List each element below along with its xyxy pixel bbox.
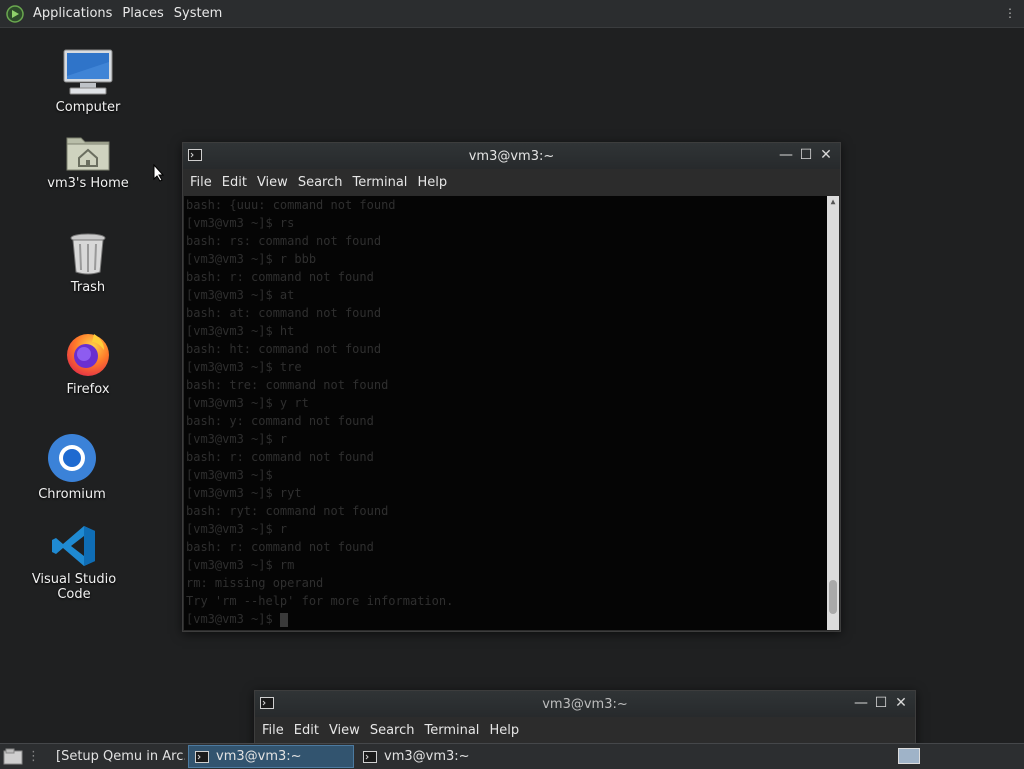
taskbar-separator-icon: ⋮ [27,749,40,764]
applications-menu[interactable]: Applications [28,6,117,21]
terminal-line: [vm3@vm3 ~]$ rm [186,558,295,572]
desktop-icon-firefox[interactable]: Firefox [28,330,148,397]
menu-help[interactable]: Help [412,175,452,190]
menu-edit[interactable]: Edit [217,175,252,190]
desktop-icon-home[interactable]: vm3's Home [28,132,148,191]
show-desktop-icon[interactable] [3,748,23,766]
taskbar-item-label: vm3@vm3:~ [384,749,470,764]
maximize-button[interactable]: ☐ [798,147,814,163]
terminal-line: rm: missing operand [186,576,324,590]
terminal-line: [vm3@vm3 ~]$ r [186,432,288,446]
menu-search[interactable]: Search [293,175,348,190]
terminal-line: Try 'rm --help' for more information. [186,594,454,608]
terminal-line: [vm3@vm3 ~]$ r bbb [186,252,317,266]
taskbar-item-terminal-1[interactable]: vm3@vm3:~ [188,745,354,768]
desktop-icon-label: Computer [55,100,121,115]
terminal-window-second[interactable]: vm3@vm3:~ — ☐ ✕ File Edit View Search Te… [254,690,916,751]
terminal-line: [vm3@vm3 ~]$ ht [186,324,295,338]
minimize-button[interactable]: — [853,695,869,711]
taskbar-item-label: [Setup Qemu in Arc... [56,749,185,764]
menu-file[interactable]: File [185,175,217,190]
taskbar-item-terminal-2[interactable]: vm3@vm3:~ [357,746,509,767]
minimize-button[interactable]: — [778,147,794,163]
terminal-line: bash: r: command not found [186,270,374,284]
home-folder-icon [66,137,110,171]
menu-view[interactable]: View [324,723,365,738]
terminal-line: [vm3@vm3 ~]$ rs [186,216,295,230]
terminal-line: [vm3@vm3 ~]$ [186,468,273,482]
desktop-icon-label: Trash [70,280,106,295]
desktop-icon-trash[interactable]: Trash [28,232,148,295]
desktop-icon-label: Visual Studio Code [31,572,117,602]
panel-handle-icon[interactable]: ⋮ [1004,6,1016,20]
scroll-thumb[interactable] [829,580,837,614]
terminal-line: [vm3@vm3 ~]$ r [186,522,288,536]
terminal-line: bash: tre: command not found [186,378,389,392]
computer-icon [63,49,113,95]
terminal-output[interactable]: bash: {uuu: command not found [vm3@vm3 ~]… [184,196,839,630]
terminal-line: bash: at: command not found [186,306,382,320]
terminal-line: bash: y: command not found [186,414,374,428]
terminal-line: [vm3@vm3 ~]$ [184,610,839,628]
taskbar-item-label: vm3@vm3:~ [216,749,302,764]
terminal-line: bash: {uuu: command not found [186,198,396,212]
window-title: vm3@vm3:~ [468,148,555,164]
system-menu[interactable]: System [169,6,227,21]
terminal-icon [195,750,209,763]
terminal-line: bash: r: command not found [186,450,374,464]
terminal-line: bash: ht: command not found [186,342,382,356]
menu-edit[interactable]: Edit [289,723,324,738]
terminal-icon [363,750,377,763]
top-panel: Applications Places System ⋮ [0,0,1024,28]
places-menu[interactable]: Places [117,6,168,21]
menu-terminal[interactable]: Terminal [347,175,412,190]
desktop-icon-label: Chromium [38,487,106,502]
desktop-icon-vscode[interactable]: Visual Studio Code [14,524,134,602]
menu-file[interactable]: File [257,723,289,738]
terminal-line: bash: rs: command not found [186,234,382,248]
taskbar: ⋮ [Setup Qemu in Arc... vm3@vm3:~ vm3@vm… [0,743,1024,769]
vscode-icon [52,526,95,566]
firefox-icon [67,334,109,376]
terminal-titlebar[interactable]: vm3@vm3:~ — ☐ ✕ [255,691,915,717]
terminal-icon [188,149,202,161]
terminal-line: [vm3@vm3 ~]$ tre [186,360,302,374]
terminal-cursor [279,612,288,627]
workspace-switcher-icon[interactable] [898,748,920,764]
close-button[interactable]: ✕ [818,147,834,163]
terminal-line: [vm3@vm3 ~]$ ryt [186,486,302,500]
menu-terminal[interactable]: Terminal [419,723,484,738]
terminal-icon [260,697,274,709]
desktop-icon-chromium[interactable]: Chromium [12,433,132,502]
applications-menu-icon[interactable] [6,4,24,23]
taskbar-item-browser[interactable]: [Setup Qemu in Arc... [43,746,185,767]
menu-help[interactable]: Help [484,723,524,738]
close-button[interactable]: ✕ [893,695,909,711]
trash-icon [70,233,106,275]
terminal-line: bash: ryt: command not found [186,504,389,518]
terminal-line: bash: r: command not found [186,540,374,554]
terminal-menubar: File Edit View Search Terminal Help [255,717,915,743]
scroll-up-arrow-icon[interactable]: ▲ [827,196,839,208]
menu-view[interactable]: View [252,175,293,190]
desktop-icon-label: Firefox [66,382,110,397]
desktop-icon-label: vm3's Home [47,176,129,191]
terminal-line: [vm3@vm3 ~]$ at [186,288,295,302]
terminal-line: [vm3@vm3 ~]$ y rt [186,396,309,410]
terminal-scrollbar[interactable]: ▲ [827,196,839,630]
terminal-titlebar[interactable]: vm3@vm3:~ — ☐ ✕ [183,143,840,169]
terminal-menubar: File Edit View Search Terminal Help [183,169,840,195]
window-title: vm3@vm3:~ [542,696,628,712]
maximize-button[interactable]: ☐ [873,695,889,711]
desktop-icon-computer[interactable]: Computer [28,48,148,115]
chromium-icon [48,434,96,482]
mouse-pointer-icon [153,164,165,182]
menu-search[interactable]: Search [365,723,420,738]
terminal-window-main[interactable]: vm3@vm3:~ — ☐ ✕ File Edit View Search Te… [182,142,841,632]
